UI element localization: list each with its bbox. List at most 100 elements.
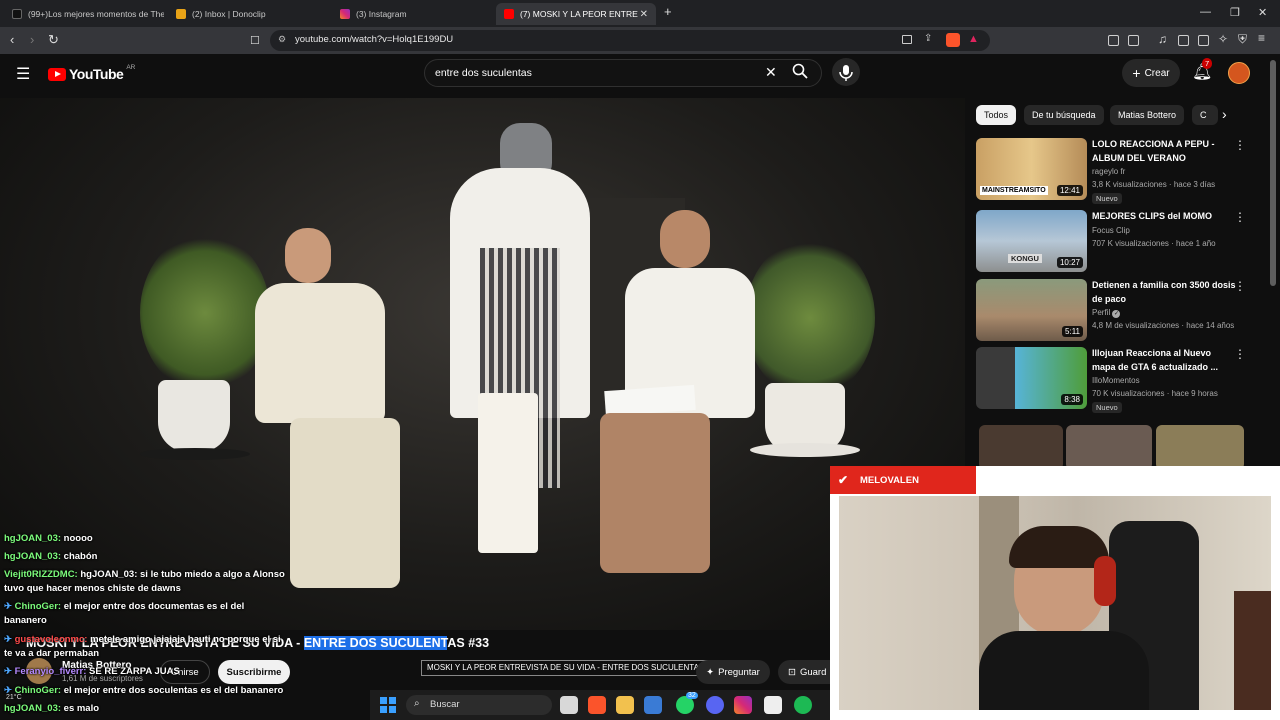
spotify-icon[interactable] [794,696,812,714]
create-button[interactable]: + Crear [1122,59,1180,87]
store-icon[interactable] [644,696,662,714]
notifications-button[interactable]: 🔔︎ 7 [1192,58,1212,82]
clear-search-icon[interactable]: ✕ [765,64,777,81]
chat-text: el mejor entre dos documentas es el del [61,601,245,612]
video-thumbnail[interactable]: MAINSTREAMSITO 12:41 [976,138,1087,200]
brave-browser-icon[interactable] [588,696,606,714]
browser-tab-3[interactable]: (3) Instagram [332,3,492,25]
search-input[interactable]: entre dos suculentas [435,67,532,79]
close-tab-icon[interactable]: ✕ [640,9,648,20]
screenshot-icon[interactable] [1128,35,1139,46]
restore-icon[interactable]: ❐ [1230,6,1240,19]
task-view-icon[interactable] [560,696,578,714]
brave-rewards-icon[interactable]: ▲ [968,33,979,45]
right-person-legs [600,413,710,573]
leo-ai-icon[interactable]: ✧ [1218,32,1228,46]
sidebar-icon[interactable] [1178,35,1189,46]
recommendation-meta: 70 K visualizaciones · hace 9 horas [1092,389,1218,398]
voice-search-button[interactable] [832,58,860,86]
recommendation-title[interactable]: MEJORES CLIPS del MOMO [1092,210,1237,224]
file-explorer-icon[interactable] [616,696,634,714]
short-thumbnail[interactable] [1066,425,1152,470]
recommendation-card[interactable]: 8:38 Illojuan Reacciona al Nuevo mapa de… [976,347,1266,413]
notion-icon[interactable] [764,696,782,714]
streamer-jersey [979,631,1149,710]
ask-button[interactable]: ✦ Preguntar [696,660,770,684]
right-table [750,443,860,457]
search-icon: ⌕ [414,698,420,709]
windows-start-icon[interactable] [380,697,396,713]
video-thumbnail[interactable]: 5:11 [976,279,1087,341]
site-info-icon[interactable]: ⚙ [278,34,286,45]
youtube-logo[interactable]: YouTube AR [48,64,135,82]
recommendation-title[interactable]: LOLO REACCIONA A PEPU - ALBUM DEL VERANO [1092,138,1237,165]
short-thumbnail[interactable] [979,425,1063,470]
page-scrollbar[interactable] [1270,60,1276,286]
create-label: Crear [1144,67,1170,79]
recommendation-card[interactable]: MAINSTREAMSITO 12:41 LOLO REACCIONA A PE… [976,138,1266,204]
recommendation-title[interactable]: Detienen a familia con 3500 dosis de pac… [1092,279,1237,306]
more-options-icon[interactable]: ⋮ [1234,210,1246,224]
video-title-suffix: AS #33 [447,636,490,650]
hamburger-menu-icon[interactable]: ☰ [16,64,30,84]
plus-icon: + [1132,65,1141,81]
vpn-icon[interactable]: ⛨ [1238,32,1247,47]
chip-all[interactable]: Todos [976,105,1017,125]
instagram-icon [340,9,350,19]
chip-more[interactable]: C [1192,105,1218,125]
music-icon[interactable]: ♫ [1158,32,1167,46]
search-box[interactable]: entre dos suculentas ✕ [424,59,822,87]
save-button[interactable]: ⊡ Guard [778,660,830,684]
more-options-icon[interactable]: ⋮ [1234,138,1246,152]
instagram-icon[interactable] [734,696,752,714]
left-plant [140,233,270,393]
pin-icon: ✈ [4,601,15,612]
close-window-icon[interactable]: ✕ [1258,6,1267,19]
streamer-label: ✔ MELOVALEN [830,466,976,494]
more-options-icon[interactable]: ⋮ [1234,279,1246,293]
menu-icon[interactable]: ≡ [1258,31,1265,45]
weather-temp[interactable]: 21°C [6,694,22,701]
taskbar-search-label: Buscar [430,699,460,710]
minimize-icon[interactable]: — [1200,6,1211,18]
youtube-icon [504,9,514,19]
chat-message: ✈ ChinoGer: el mejor entre dos soculenta… [4,684,283,698]
browser-tab-1[interactable]: (99+)Los mejores momentos de Thei [4,3,164,25]
short-thumbnail[interactable] [1156,425,1244,470]
brave-shields-icon[interactable] [946,33,960,47]
left-pot [158,380,230,452]
wallet-icon[interactable] [1198,35,1209,46]
back-icon[interactable]: ‹ [10,33,14,47]
chevron-right-icon[interactable]: › [1222,106,1227,122]
subscribe-button[interactable]: Suscribirme [218,660,290,684]
avatar[interactable] [1228,62,1250,84]
video-thumbnail[interactable]: KONGU 10:27 [976,210,1087,272]
reload-icon[interactable]: ↻ [48,33,59,47]
recommendation-channel[interactable]: IlloMomentos [1092,376,1140,385]
search-icon[interactable] [792,63,808,79]
recommendation-title[interactable]: Illojuan Reacciona al Nuevo mapa de GTA … [1092,347,1237,374]
browser-tab-2[interactable]: (2) Inbox | Donoclip [168,3,328,25]
recommendation-channel[interactable]: rageylo fr [1092,167,1125,176]
chip-from-search[interactable]: De tu búsqueda [1024,105,1104,125]
more-options-icon[interactable]: ⋮ [1234,347,1246,361]
browser-tab-4-active[interactable]: (7) MOSKI Y LA PEOR ENTREVISTA ✕ [496,3,656,25]
video-thumbnail[interactable]: 8:38 [976,347,1087,409]
discord-icon[interactable] [706,696,724,714]
url-field[interactable]: ⚙ youtube.com/watch?v=Holq1E199DU ⇪ ▲ [270,30,990,51]
extension-icon[interactable] [1108,35,1119,46]
forward-icon[interactable]: › [30,33,34,47]
chip-channel[interactable]: Matias Bottero [1110,105,1185,125]
recommendation-card[interactable]: KONGU 10:27 MEJORES CLIPS del MOMO Focus… [976,210,1266,275]
bookmark-icon[interactable]: ☐ [250,34,260,48]
share-icon[interactable]: ⇪ [924,33,932,44]
recommendation-channel[interactable]: Focus Clip [1092,226,1130,235]
recommendation-channel-row[interactable]: Perfil ✓ [1092,308,1121,318]
taskbar-search[interactable]: ⌕ Buscar [406,695,552,715]
chat-text: metele amigo jajajaja bauti no porque el… [87,634,281,645]
thumbnail-caption: MAINSTREAMSITO [980,186,1048,195]
video-player[interactable] [0,98,965,630]
new-tab-button[interactable]: + [664,4,672,19]
recommendation-card[interactable]: 5:11 Detienen a familia con 3500 dosis d… [976,279,1266,344]
cast-icon[interactable] [902,35,912,44]
